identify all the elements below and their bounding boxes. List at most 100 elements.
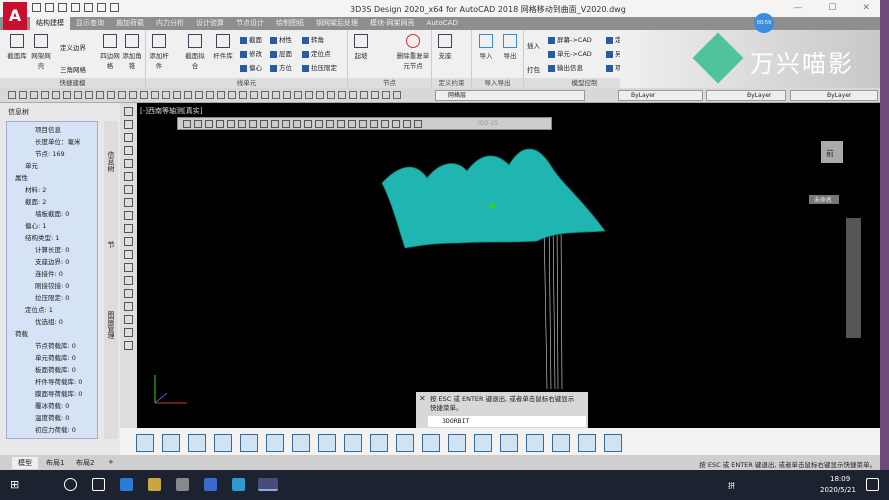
tab-joint-design[interactable]: 节点设计 (230, 17, 270, 30)
tab-model[interactable]: 模型 (12, 457, 38, 469)
screen-to-cad-button[interactable]: 屏幕->CAD (548, 34, 592, 44)
orientation-button[interactable]: 方位 (270, 62, 292, 72)
autocad-taskbar-icon[interactable] (258, 478, 278, 491)
view-tool-icon[interactable] (552, 434, 570, 452)
tree-item[interactable]: 长度单位：毫米 (35, 136, 81, 146)
new-icon[interactable] (32, 3, 41, 12)
view-tool-icon[interactable] (136, 434, 154, 452)
toolbar-tool-icon[interactable] (74, 91, 82, 99)
info-tree[interactable]: 项目信息 长度单位：毫米 节点: 169 单元 属性 材料: 2 截面: 2 墙板截面: 0 偏… (6, 121, 98, 439)
toolbar-tool-icon[interactable] (206, 91, 214, 99)
mail-icon[interactable] (204, 478, 217, 491)
explorer-icon[interactable] (148, 478, 161, 491)
open-icon[interactable] (45, 3, 54, 12)
clock-time[interactable]: 18:09 (830, 475, 850, 483)
tree-item[interactable]: 支座边界: 0 (35, 256, 69, 266)
member-library-button[interactable]: 杆件库 (212, 34, 234, 60)
toolbar-tool-icon[interactable] (349, 91, 357, 99)
toolbar-tool-icon[interactable] (283, 91, 291, 99)
undo-icon[interactable] (97, 3, 106, 12)
app-l-icon[interactable] (232, 478, 245, 491)
input-method[interactable]: 拼 (728, 481, 735, 491)
edge-icon[interactable] (120, 478, 133, 491)
draw-tool-icon[interactable] (124, 276, 133, 285)
eccentric-button[interactable]: 偏心 (240, 62, 262, 72)
view-tool-icon[interactable] (162, 434, 180, 452)
toolbar-tool-icon[interactable] (184, 91, 192, 99)
toolbar-tool-icon[interactable] (272, 91, 280, 99)
toolbar-tool-icon[interactable] (19, 91, 27, 99)
tree-item[interactable]: 定位点: 1 (25, 304, 53, 314)
toolbar-tool-icon[interactable] (41, 91, 49, 99)
clock-date[interactable]: 2020/5/21 (820, 486, 856, 494)
draw-tool-icon[interactable] (124, 302, 133, 311)
toolbar-tool-icon[interactable] (195, 91, 203, 99)
draw-tool-icon[interactable] (124, 159, 133, 168)
draw-tool-icon[interactable] (124, 185, 133, 194)
draw-tool-icon[interactable] (124, 107, 133, 116)
view-tool-icon[interactable] (188, 434, 206, 452)
view-tool-icon[interactable] (578, 434, 596, 452)
quad-mesh-button[interactable]: 四边网格 (100, 34, 120, 70)
store-icon[interactable] (176, 478, 189, 491)
tab-autocad[interactable]: AutoCAD (421, 17, 464, 30)
toolbar-tool-icon[interactable] (107, 91, 115, 99)
tab-drawing[interactable]: 绘制图纸 (270, 17, 310, 30)
view-tool-icon[interactable] (292, 434, 310, 452)
toolbar-tool-icon[interactable] (316, 91, 324, 99)
draw-tool-icon[interactable] (124, 133, 133, 142)
layer-face-button[interactable]: 层面 (270, 48, 292, 58)
export-button[interactable]: 导出 (499, 34, 521, 60)
tree-item[interactable]: 温度荷载: 0 (35, 412, 69, 422)
toolbar-tool-icon[interactable] (294, 91, 302, 99)
save-icon[interactable] (58, 3, 67, 12)
color-dropdown[interactable]: ByLayer (618, 90, 703, 101)
toolbar-tool-icon[interactable] (217, 91, 225, 99)
add-pyramid-button[interactable]: 添加角锥 (122, 34, 142, 70)
tab-layout1[interactable]: 布局1 (40, 457, 70, 469)
view-tool-icon[interactable] (396, 434, 414, 452)
grid-shell-button[interactable]: 网架网壳 (30, 34, 52, 70)
tree-item[interactable]: 材料: 2 (25, 184, 46, 194)
tree-item[interactable]: 单元 (25, 160, 38, 170)
tab-layout2[interactable]: 布局2 (70, 457, 100, 469)
draw-tool-icon[interactable] (124, 250, 133, 259)
toolbar-tool-icon[interactable] (96, 91, 104, 99)
view-tool-icon[interactable] (344, 434, 362, 452)
windows-start-icon[interactable]: ⊞ (10, 478, 19, 491)
toolbar-tool-icon[interactable] (151, 91, 159, 99)
tree-item[interactable]: 刚接铰接: 0 (35, 280, 69, 290)
view-tool-icon[interactable] (370, 434, 388, 452)
view-tool-icon[interactable] (318, 434, 336, 452)
toolbar-tool-icon[interactable] (250, 91, 258, 99)
tree-item[interactable]: 墙板截面: 0 (35, 208, 69, 218)
section-button[interactable]: 截面 (240, 34, 262, 44)
tree-item[interactable]: 计算长度: 0 (35, 244, 69, 254)
draw-tool-icon[interactable] (124, 289, 133, 298)
redo-icon[interactable] (110, 3, 119, 12)
toolbar-tool-icon[interactable] (63, 91, 71, 99)
toolbar-tool-icon[interactable] (30, 91, 38, 99)
draw-tool-icon[interactable] (124, 198, 133, 207)
tree-item[interactable]: 结构类型: 1 (25, 232, 59, 242)
toolbar-tool-icon[interactable] (228, 91, 236, 99)
task-view-icon[interactable] (92, 478, 105, 491)
draw-tool-icon[interactable] (124, 237, 133, 246)
close-button[interactable]: ✕ (862, 3, 870, 13)
toolbar-tool-icon[interactable] (327, 91, 335, 99)
draw-tool-icon[interactable] (124, 146, 133, 155)
tab-postprocess[interactable]: 钢网架后处理 (310, 17, 364, 30)
view-tool-icon[interactable] (474, 434, 492, 452)
view-tool-icon[interactable] (448, 434, 466, 452)
tree-item[interactable]: 连接件: 0 (35, 268, 63, 278)
tree-item[interactable]: 膜面导荷载库: 0 (35, 388, 82, 398)
tree-item[interactable]: 拉压限定: 0 (35, 292, 69, 302)
tab-design-check[interactable]: 设计验算 (190, 17, 230, 30)
view-tool-icon[interactable] (422, 434, 440, 452)
draw-tool-icon[interactable] (124, 224, 133, 233)
section-fit-button[interactable]: 截面拟合 (184, 34, 206, 70)
toolbar-tool-icon[interactable] (305, 91, 313, 99)
import-button[interactable]: 导入 (475, 34, 497, 60)
output-info-button[interactable]: 输出信息 (548, 62, 583, 72)
lineweight-dropdown[interactable]: ByLayer (790, 90, 878, 101)
